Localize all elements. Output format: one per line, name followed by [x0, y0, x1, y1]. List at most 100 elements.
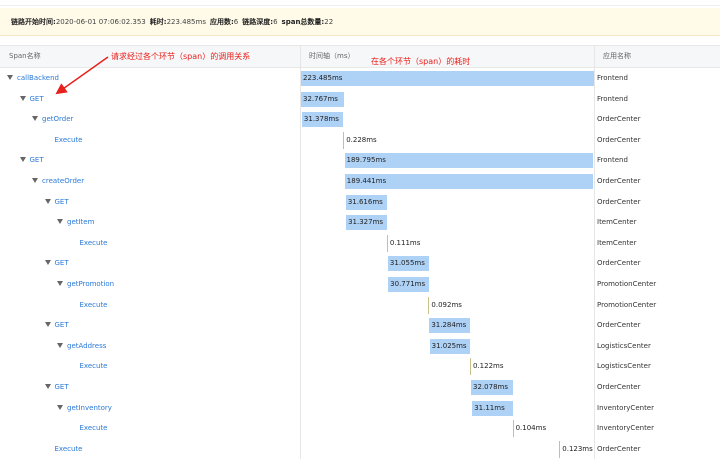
- span-duration-marker[interactable]: [469, 358, 471, 376]
- span-name-link[interactable]: getItem: [67, 212, 94, 233]
- span-name-link[interactable]: Execute: [80, 418, 108, 439]
- summary-key: 应用数:: [209, 17, 234, 26]
- span-name-link[interactable]: GET: [55, 315, 69, 336]
- span-app-name: PromotionCenter: [597, 280, 657, 288]
- span-duration-label: 31.11ms: [474, 403, 505, 412]
- span-app-name: PromotionCenter: [597, 300, 657, 309]
- span-app-name: ItemCenter: [597, 218, 637, 227]
- span-name-link[interactable]: GET: [55, 192, 69, 213]
- span-name-link[interactable]: getOrder: [42, 109, 73, 130]
- span-row[interactable]: getItem 31.327ms ItemCenter: [0, 212, 720, 233]
- summary-value: 6: [233, 17, 239, 26]
- span-duration-label: 32.078ms: [473, 383, 508, 391]
- span-row[interactable]: GET 32.767ms Frontend: [0, 89, 720, 110]
- span-app-name: OrderCenter: [597, 135, 641, 144]
- span-name-link[interactable]: getPromotion: [67, 274, 114, 295]
- span-app-name: LogisticsCenter: [597, 341, 651, 350]
- span-name-link[interactable]: Execute: [80, 295, 108, 316]
- summary-value: 6: [273, 17, 278, 26]
- span-app-name: ItemCenter: [597, 238, 637, 247]
- span-row[interactable]: GET 31.055ms OrderCenter: [0, 253, 720, 274]
- caret-down-icon[interactable]: [7, 75, 13, 80]
- span-duration-label: 223.485ms: [303, 74, 343, 82]
- span-name-link[interactable]: GET: [30, 89, 44, 110]
- summary-key: 链路开始时间:: [11, 17, 56, 26]
- span-duration-marker[interactable]: [386, 234, 388, 252]
- span-row[interactable]: GET 32.078ms OrderCenter: [0, 377, 720, 398]
- caret-down-icon[interactable]: [19, 95, 26, 101]
- summary-key: 链路深度:: [242, 17, 274, 26]
- span-name-link[interactable]: GET: [30, 150, 44, 171]
- span-duration-label: 31.284ms: [431, 321, 467, 330]
- span-duration-label: 31.616ms: [347, 197, 383, 206]
- span-duration-marker[interactable]: [343, 131, 345, 149]
- caret-down-icon[interactable]: [57, 281, 63, 286]
- span-duration-label: 31.327ms: [348, 218, 384, 227]
- span-row[interactable]: GET 31.616ms OrderCenter: [0, 192, 720, 213]
- span-row[interactable]: Execute 0.111ms ItemCenter: [0, 233, 720, 254]
- span-app-name: OrderCenter: [597, 444, 641, 453]
- span-row[interactable]: getAddress 31.025ms LogisticsCenter: [0, 336, 720, 357]
- column-header-timeline: 时间轴（ms）: [309, 52, 355, 60]
- span-duration-label: 189.441ms: [346, 177, 387, 185]
- span-duration-label: 31.025ms: [431, 341, 467, 350]
- caret-down-icon[interactable]: [57, 219, 63, 225]
- span-duration-label: 30.771ms: [390, 280, 426, 288]
- span-app-name: InventoryCenter: [597, 424, 654, 433]
- caret-down-icon[interactable]: [44, 260, 51, 266]
- span-row[interactable]: Execute 0.123ms OrderCenter: [0, 439, 720, 459]
- span-duration-label: 32.767ms: [303, 94, 338, 103]
- summary-value: 22: [324, 17, 334, 26]
- caret-down-icon[interactable]: [32, 178, 38, 183]
- span-row[interactable]: getPromotion 30.771ms PromotionCenter: [0, 274, 720, 295]
- span-duration-marker[interactable]: [428, 296, 430, 314]
- span-name-link[interactable]: Execute: [55, 130, 83, 151]
- span-row[interactable]: callBackend 223.485ms Frontend: [0, 68, 720, 89]
- column-header-span: Span名称: [9, 52, 41, 60]
- span-row[interactable]: Execute 0.122ms LogisticsCenter: [0, 356, 720, 377]
- span-name-link[interactable]: getAddress: [67, 336, 106, 357]
- span-row[interactable]: GET 31.284ms OrderCenter: [0, 315, 720, 336]
- span-duration-label: 0.092ms: [431, 300, 462, 309]
- span-app-name: Frontend: [597, 156, 628, 165]
- caret-down-icon[interactable]: [57, 404, 63, 410]
- span-app-name: OrderCenter: [597, 115, 641, 124]
- caret-down-icon[interactable]: [44, 322, 51, 328]
- summary-value: 2020-06-01 07:06:02.353: [55, 17, 146, 26]
- caret-down-icon[interactable]: [44, 198, 51, 204]
- span-app-name: LogisticsCenter: [597, 362, 651, 371]
- span-app-name: Frontend: [597, 94, 628, 103]
- span-row[interactable]: createOrder 189.441ms OrderCenter: [0, 171, 720, 192]
- caret-down-icon[interactable]: [32, 116, 38, 122]
- span-app-name: InventoryCenter: [597, 403, 654, 412]
- span-app-name: OrderCenter: [597, 197, 641, 206]
- span-name-link[interactable]: createOrder: [42, 171, 84, 192]
- span-duration-bar[interactable]: [301, 71, 594, 86]
- span-row[interactable]: Execute 0.228ms OrderCenter: [0, 130, 720, 151]
- span-name-link[interactable]: GET: [55, 377, 69, 398]
- span-name-link[interactable]: Execute: [80, 356, 108, 377]
- span-name-link[interactable]: Execute: [80, 233, 108, 254]
- caret-down-icon[interactable]: [19, 157, 26, 163]
- caret-down-icon[interactable]: [57, 342, 63, 348]
- span-duration-marker[interactable]: [559, 440, 561, 458]
- summary-value: 223.485ms: [166, 17, 206, 26]
- span-name-link[interactable]: GET: [55, 253, 69, 274]
- span-app-name: OrderCenter: [597, 383, 641, 391]
- span-row[interactable]: GET 189.795ms Frontend: [0, 150, 720, 171]
- span-row[interactable]: getInventory 31.11ms InventoryCenter: [0, 398, 720, 419]
- top-strip: [0, 0, 720, 6]
- summary-key: span总数量:: [281, 17, 325, 26]
- span-name-link[interactable]: getInventory: [67, 398, 112, 419]
- span-name-link[interactable]: Execute: [55, 439, 83, 459]
- span-row[interactable]: Execute 0.092ms PromotionCenter: [0, 295, 720, 316]
- span-table-header: Span名称 时间轴（ms） 应用名称: [0, 45, 720, 68]
- span-row[interactable]: getOrder 31.378ms OrderCenter: [0, 109, 720, 130]
- span-row[interactable]: Execute 0.104ms InventoryCenter: [0, 418, 720, 439]
- span-name-link[interactable]: callBackend: [17, 68, 59, 89]
- summary-key: 耗时:: [149, 17, 167, 26]
- annotation-span-relationship: 请求经过各个环节（span）的调用关系: [111, 52, 251, 61]
- span-app-name: Frontend: [597, 74, 628, 82]
- span-duration-marker[interactable]: [512, 420, 514, 438]
- caret-down-icon[interactable]: [44, 384, 51, 389]
